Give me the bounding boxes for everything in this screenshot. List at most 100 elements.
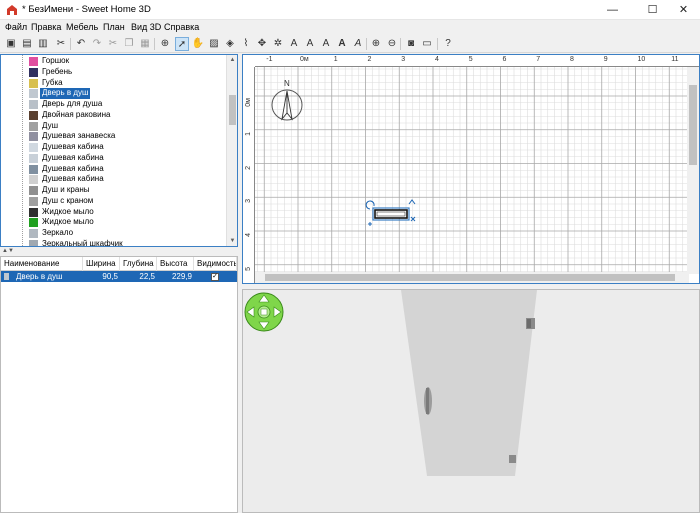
minimize-button[interactable]: —	[596, 0, 629, 20]
catalog-item[interactable]: Гребень	[1, 67, 226, 78]
furniture-thumbnail-icon	[29, 121, 38, 131]
menu-file[interactable]: Файл	[5, 22, 27, 32]
app-icon	[7, 5, 17, 15]
catalog-item[interactable]: Душевая кабина	[1, 164, 226, 175]
furniture-catalog[interactable]: Горшок Гребень Губка Дверь в душ Дверь для д…	[0, 54, 238, 247]
catalog-item-label: Жидкое мыло	[42, 217, 94, 227]
catalog-item-label: Зеркальный шкафчик	[42, 238, 123, 247]
catalog-item[interactable]: Душ и краны	[1, 185, 226, 196]
help-icon[interactable]: ?	[441, 37, 455, 51]
3d-view[interactable]	[242, 289, 700, 513]
catalog-item[interactable]: Душевая кабина	[1, 142, 226, 153]
door-icon	[4, 273, 9, 280]
column-width[interactable]: Ширина	[83, 257, 120, 271]
bold-text-icon[interactable]: A	[335, 37, 349, 51]
menu-edit[interactable]: Правка	[31, 22, 61, 32]
plan-view[interactable]: N -2-10м1234567891011 0м12345	[242, 54, 700, 284]
create-walls-icon[interactable]: ▨	[207, 37, 221, 51]
3d-scene[interactable]	[243, 290, 700, 513]
toolbar: ▣ ▤ ▥ ✂ ↶ ↷ ✂ ❐ ▦ ⊕ ➚ ✋ ▨ ◈ ⌇ ✥ ✲ A A A …	[0, 35, 700, 53]
menu-furniture[interactable]: Мебель	[66, 22, 98, 32]
catalog-item[interactable]: Зеркальный шкафчик	[1, 238, 226, 247]
column-height[interactable]: Высота	[157, 257, 194, 271]
compass-icon: N	[271, 79, 303, 121]
catalog-scroll-thumb[interactable]	[229, 95, 236, 125]
catalog-item[interactable]: Жидкое мыло	[1, 217, 226, 228]
catalog-item-label: Душ	[42, 120, 59, 130]
visibility-checkbox[interactable]: ✓	[211, 273, 219, 281]
create-polylines-icon[interactable]: ⌇	[239, 37, 253, 51]
plan-grid[interactable]: N	[255, 67, 688, 274]
3d-navigator-icon	[244, 292, 284, 332]
splitter-arrows-icon[interactable]: ▲▼	[2, 247, 14, 256]
create-dimensions-icon[interactable]: ✥	[255, 37, 269, 51]
furniture-table[interactable]: Наименование Ширина Глубина Высота Видим…	[0, 256, 238, 513]
zoom-out-icon[interactable]: ⊖	[385, 37, 399, 51]
catalog-splitter[interactable]: ▲▼	[0, 247, 238, 256]
catalog-item[interactable]: Дверь для душа	[1, 99, 226, 110]
catalog-item[interactable]: Душевая кабина	[1, 174, 226, 185]
text-style-icon[interactable]: A	[287, 37, 301, 51]
catalog-item-label: Губка	[42, 77, 63, 87]
catalog-item[interactable]: Жидкое мыло	[1, 207, 226, 218]
add-text-icon[interactable]: ✲	[271, 37, 285, 51]
plan-horizontal-scrollbar[interactable]	[255, 272, 689, 283]
catalog-item[interactable]: Зеркало	[1, 228, 226, 239]
catalog-item[interactable]: Душевая кабина	[1, 153, 226, 164]
plan-vertical-scrollbar[interactable]	[687, 67, 699, 274]
catalog-item-label: Дверь для душа	[42, 99, 103, 108]
row-width: 90,5	[102, 272, 118, 281]
save-icon[interactable]: ▥	[36, 37, 50, 51]
menu-help[interactable]: Справка	[164, 22, 199, 32]
maximize-button[interactable]: ☐	[636, 0, 669, 20]
ruler-y-label: 3	[245, 199, 252, 204]
table-row[interactable]: Дверь в душ 90,5 22,5 229,9 ✓	[1, 271, 237, 282]
column-visibility[interactable]: Видимость	[194, 257, 237, 271]
open-icon[interactable]: ▤	[20, 37, 34, 51]
close-button[interactable]: ✕	[667, 0, 700, 20]
add-furniture-icon[interactable]: ⊕	[158, 37, 172, 51]
catalog-item[interactable]: Губка	[1, 78, 226, 89]
select-mode-icon[interactable]: ➚	[175, 37, 189, 51]
scroll-up-arrow-icon[interactable]: ▲	[227, 55, 237, 65]
redo-icon[interactable]: ↷	[90, 37, 104, 51]
furniture-thumbnail-icon	[29, 207, 38, 217]
italic-text-icon[interactable]: A	[351, 37, 365, 51]
toolbar-separator	[154, 38, 155, 50]
ruler-x-label: 11	[671, 56, 679, 63]
furniture-thumbnail-icon	[29, 164, 38, 174]
column-depth[interactable]: Глубина	[120, 257, 157, 271]
create-photo-icon[interactable]: ◙	[404, 37, 418, 51]
undo-icon[interactable]: ↶	[74, 37, 88, 51]
zoom-in-icon[interactable]: ⊕	[369, 37, 383, 51]
menu-3d-view[interactable]: Вид 3D	[131, 22, 161, 32]
row-height: 229,9	[171, 272, 192, 281]
increase-text-icon[interactable]: A	[303, 37, 317, 51]
catalog-item-label: Гребень	[42, 66, 73, 76]
decrease-text-icon[interactable]: A	[319, 37, 333, 51]
catalog-item[interactable]: Душ	[1, 121, 226, 132]
catalog-item[interactable]: Душевая занавеска	[1, 131, 226, 142]
copy-icon[interactable]: ❐	[122, 37, 136, 51]
plan-vscroll-thumb[interactable]	[689, 85, 697, 165]
scroll-down-arrow-icon[interactable]: ▼	[227, 236, 237, 246]
catalog-item[interactable]: Дверь в душ	[1, 88, 226, 99]
catalog-item[interactable]: Горшок	[1, 56, 226, 67]
cut-icon[interactable]: ✂	[106, 37, 120, 51]
menu-plan[interactable]: План	[103, 22, 125, 32]
catalog-item[interactable]: Двойная раковина	[1, 110, 226, 121]
new-home-icon[interactable]: ▣	[4, 37, 18, 51]
catalog-scrollbar[interactable]: ▲ ▼	[226, 55, 237, 246]
plan-hscroll-thumb[interactable]	[265, 274, 675, 281]
paste-icon[interactable]: ▦	[138, 37, 152, 51]
cut-tool-icon[interactable]: ✂	[54, 37, 68, 51]
create-rooms-icon[interactable]: ◈	[223, 37, 237, 51]
ruler-y-label: 4	[245, 233, 252, 237]
column-name[interactable]: Наименование	[1, 257, 83, 271]
create-video-icon[interactable]: ▭	[420, 37, 434, 51]
compass-label: N	[284, 79, 290, 88]
furniture-thumbnail-icon	[29, 110, 38, 120]
row-name: Дверь в душ	[16, 272, 63, 281]
pan-mode-icon[interactable]: ✋	[191, 37, 205, 51]
catalog-item[interactable]: Душ с краном	[1, 196, 226, 207]
